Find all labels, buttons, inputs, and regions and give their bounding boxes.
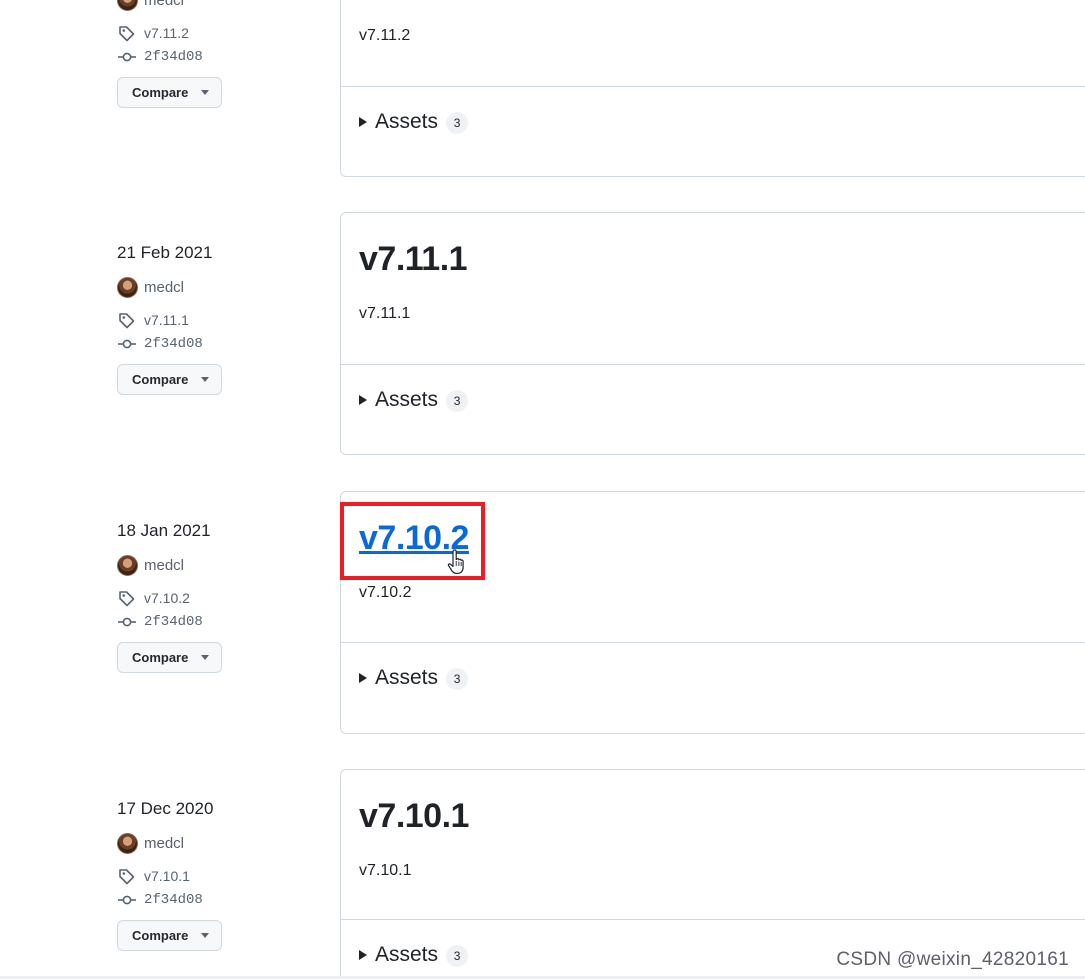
release-description: v7.11.2: [359, 27, 411, 44]
tag-label[interactable]: v7.10.1: [144, 868, 190, 884]
release-tag[interactable]: v7.10.2: [117, 587, 317, 609]
release-title[interactable]: v7.10.1: [359, 795, 469, 837]
caret-down-icon: [201, 377, 209, 382]
assets-label: Assets: [375, 387, 439, 411]
release-commit[interactable]: 2f34d08: [117, 333, 317, 355]
triangle-right-icon: [359, 672, 367, 683]
assets-section: Assets 3: [341, 87, 1085, 177]
git-commit-icon: [118, 52, 136, 62]
git-commit-icon: [118, 339, 136, 349]
release-header: v7.11.1 v7.11.1: [341, 213, 1085, 365]
release-meta: medcl v7.11.2 2f34d08 Compare: [117, 0, 317, 108]
tag-label[interactable]: v7.11.2: [144, 25, 189, 41]
hand-pointer-icon: [447, 549, 464, 574]
release-date: 21 Feb 2021: [117, 243, 213, 262]
git-commit-icon: [118, 617, 136, 627]
assets-label: Assets: [375, 109, 439, 133]
tag-icon: [119, 313, 135, 329]
author-name[interactable]: medcl: [144, 0, 184, 9]
release-author[interactable]: medcl: [117, 0, 317, 12]
assets-count: 3: [446, 668, 469, 690]
release-header: v7.11.2: [341, 0, 1085, 87]
compare-label: Compare: [132, 372, 189, 387]
release-card: v7.11.1 v7.11.1 Assets 3: [340, 212, 1085, 455]
release-date: 17 Dec 2020: [117, 799, 214, 818]
commit-sha[interactable]: 2f34d08: [144, 336, 203, 352]
commit-sha[interactable]: 2f34d08: [144, 49, 203, 65]
caret-down-icon: [201, 933, 209, 938]
tag-icon: [119, 591, 135, 607]
release-meta: 17 Dec 2020 medcl v7.10.1 2f34d08 Compar…: [117, 798, 317, 951]
avatar[interactable]: [117, 0, 138, 11]
author-name[interactable]: medcl: [144, 279, 184, 296]
release-card: v7.10.1 v7.10.1 Assets 3: [340, 769, 1085, 979]
assets-toggle[interactable]: Assets 3: [359, 387, 469, 412]
tag-icon: [119, 869, 135, 885]
release-header: v7.10.1 v7.10.1: [341, 770, 1085, 920]
releases-page: medcl v7.11.2 2f34d08 Compare v7.11.2 As…: [0, 0, 1085, 979]
release-meta: 21 Feb 2021 medcl v7.11.1 2f34d08 Compar…: [117, 242, 317, 395]
compare-label: Compare: [132, 650, 189, 665]
compare-button[interactable]: Compare: [117, 364, 222, 395]
assets-label: Assets: [375, 942, 439, 966]
compare-button[interactable]: Compare: [117, 920, 222, 951]
commit-sha[interactable]: 2f34d08: [144, 892, 203, 908]
compare-label: Compare: [132, 928, 189, 943]
author-name[interactable]: medcl: [144, 835, 184, 852]
assets-toggle[interactable]: Assets 3: [359, 109, 469, 134]
watermark: CSDN @weixin_42820161: [836, 949, 1069, 970]
caret-down-icon: [201, 655, 209, 660]
caret-down-icon: [201, 90, 209, 95]
assets-label: Assets: [375, 665, 439, 689]
commit-sha[interactable]: 2f34d08: [144, 614, 203, 630]
release-tag[interactable]: v7.11.2: [117, 22, 317, 44]
triangle-right-icon: [359, 116, 367, 127]
release-commit[interactable]: 2f34d08: [117, 611, 317, 633]
assets-count: 3: [446, 390, 469, 412]
release-author[interactable]: medcl: [117, 831, 317, 855]
assets-count: 3: [446, 945, 469, 967]
author-name[interactable]: medcl: [144, 557, 184, 574]
avatar[interactable]: [117, 832, 138, 854]
release-description: v7.10.2: [359, 584, 412, 601]
release-description: v7.11.1: [359, 305, 411, 322]
release-author[interactable]: medcl: [117, 275, 317, 299]
release-tag[interactable]: v7.11.1: [117, 309, 317, 331]
assets-section: Assets 3: [341, 365, 1085, 455]
release-title[interactable]: v7.11.1: [359, 238, 468, 280]
release-author[interactable]: medcl: [117, 553, 317, 577]
assets-count: 3: [446, 112, 469, 134]
assets-toggle[interactable]: Assets 3: [359, 665, 469, 690]
release-commit[interactable]: 2f34d08: [117, 889, 317, 911]
triangle-right-icon: [359, 949, 367, 960]
release-card: v7.11.2 Assets 3: [340, 0, 1085, 177]
avatar[interactable]: [117, 276, 138, 298]
release-description: v7.10.1: [359, 862, 412, 879]
release-date: 18 Jan 2021: [117, 521, 211, 540]
avatar[interactable]: [117, 554, 138, 576]
release-meta: 18 Jan 2021 medcl v7.10.2 2f34d08 Compar…: [117, 520, 317, 673]
release-commit[interactable]: 2f34d08: [117, 46, 317, 68]
compare-button[interactable]: Compare: [117, 642, 222, 673]
git-commit-icon: [118, 895, 136, 905]
tag-icon: [119, 26, 135, 42]
tag-label[interactable]: v7.11.1: [144, 312, 189, 328]
assets-toggle[interactable]: Assets 3: [359, 942, 469, 967]
assets-section: Assets 3: [341, 643, 1085, 733]
tag-label[interactable]: v7.10.2: [144, 590, 190, 606]
compare-label: Compare: [132, 85, 189, 100]
compare-button[interactable]: Compare: [117, 77, 222, 108]
triangle-right-icon: [359, 394, 367, 405]
release-tag[interactable]: v7.10.1: [117, 865, 317, 887]
